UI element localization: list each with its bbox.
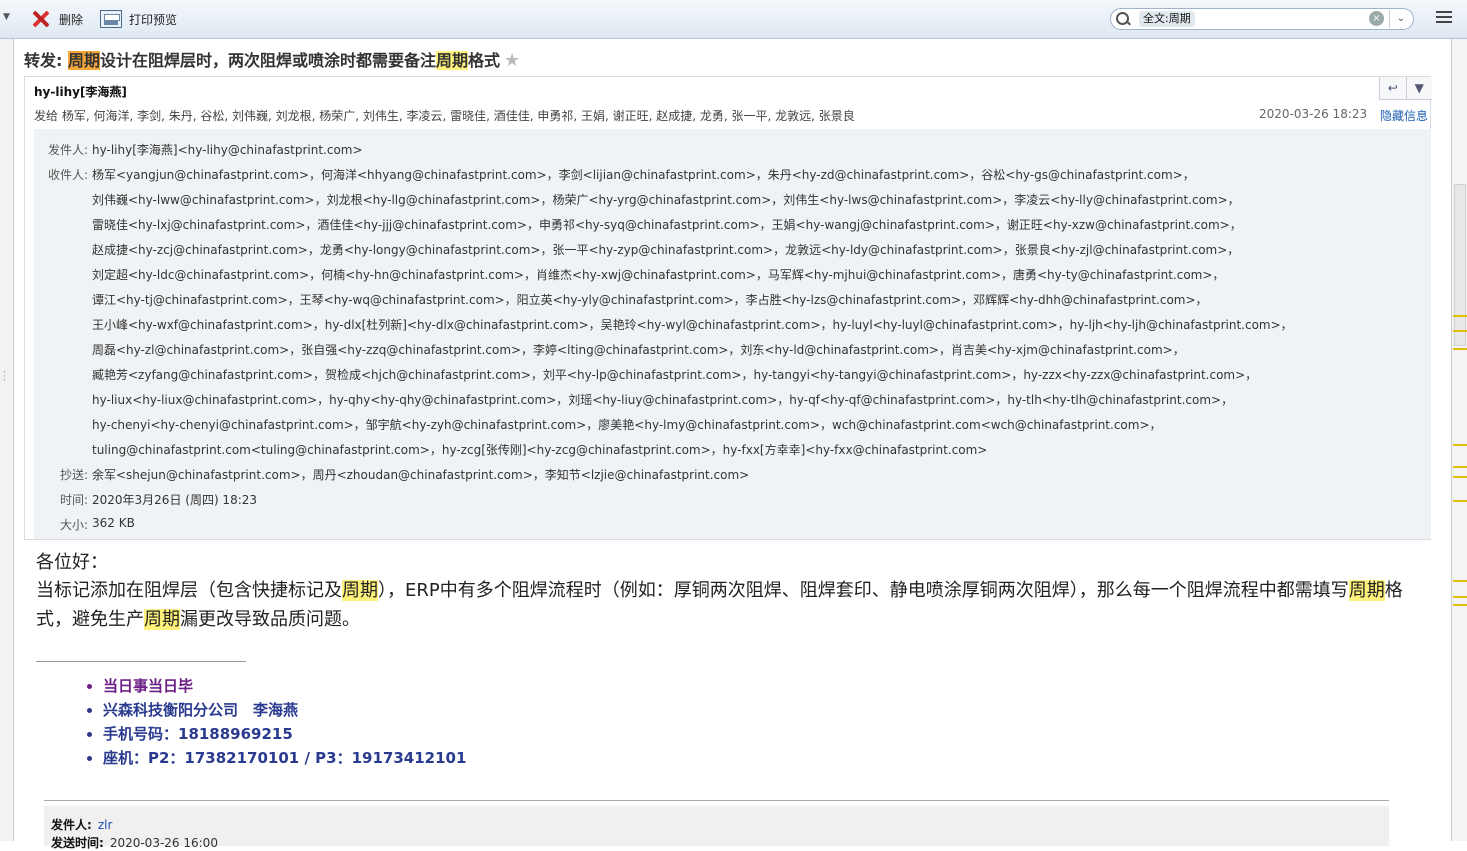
search-highlight-active: 周期 <box>67 51 100 70</box>
to-recipient-addresses[interactable]: 雷晓佳<hy-lxj@chinafastprint.com>，酒佳佳<hy-jj… <box>92 216 1242 233</box>
quote-divider <box>44 800 1389 801</box>
to-recipient-addresses[interactable]: hy-chenyi<hy-chenyi@chinafastprint.com>，… <box>92 416 1162 433</box>
delete-label: 删除 <box>59 12 84 27</box>
header-details: 发件人: hy-lihy[李海燕]<hy-lihy@chinafastprint… <box>34 129 1431 539</box>
time-value: 2020年3月26日 (周四) 18:23 <box>92 493 258 507</box>
to-recipient-addresses[interactable]: hy-liux<hy-liux@chinafastprint.com>，hy-q… <box>92 391 1233 408</box>
to-recipient-addresses[interactable]: 赵成捷<hy-zcj@chinafastprint.com>，龙勇<hy-lon… <box>92 241 1239 258</box>
quoted-from-value[interactable]: zlr <box>98 818 113 832</box>
size-label: 大小: <box>59 518 88 532</box>
search-highlight: 周期 <box>144 609 180 630</box>
search-icon <box>1115 11 1129 27</box>
to-label: 收件人: <box>47 168 88 182</box>
printer-icon <box>100 10 122 28</box>
scrollbar-thumb[interactable] <box>1454 184 1466 346</box>
search-term-chip[interactable]: 全文:周期 <box>1139 11 1195 27</box>
search-hit-marker <box>1453 596 1467 598</box>
email-subject: 转发: 周期设计在阻焊层时，两次阻焊或喷涂时都需要备注周期格式 ★ <box>24 50 521 71</box>
recipients-summary: 发给 杨军, 何海洋, 李剑, 朱丹, 谷松, 刘伟巍, 刘龙根, 杨荣广, 刘… <box>34 109 855 123</box>
email-header-card: hy-lihy[李海燕] 发给 杨军, 何海洋, 李剑, 朱丹, 谷松, 刘伟巍… <box>24 76 1432 540</box>
search-highlight: 周期 <box>436 51 469 70</box>
to-recipient-addresses[interactable]: 王小峰<hy-wxf@chinafastprint.com>，hy-dlx[杜列… <box>92 316 1293 333</box>
to-recipient-addresses[interactable]: 谭江<hy-tj@chinafastprint.com>，王琴<hy-wq@ch… <box>92 291 1208 308</box>
signature-mobile: 手机号码：18188969215 <box>103 722 466 746</box>
sender-name[interactable]: hy-lihy[李海燕] <box>34 83 127 100</box>
reply-actions: ↩ ▼ <box>1379 77 1432 100</box>
signature-motto: 当日事当日毕 <box>103 674 466 698</box>
hide-info-link[interactable]: 隐藏信息 <box>1380 107 1428 124</box>
delete-button[interactable]: 删除 <box>30 9 83 29</box>
quoted-from-row: 发件人: zlr <box>51 816 112 833</box>
search-hit-marker <box>1453 466 1467 468</box>
search-input[interactable]: 全文:周期 × ⌄ <box>1110 8 1414 30</box>
search-hit-marker <box>1453 348 1467 350</box>
from-label: 发件人: <box>47 143 88 157</box>
star-icon[interactable]: ★ <box>504 50 520 71</box>
to-recipient-addresses[interactable]: 刘伟巍<hy-lww@chinafastprint.com>，刘龙根<hy-ll… <box>92 191 1240 208</box>
to-recipient-addresses[interactable]: 周磊<hy-zl@chinafastprint.com>，张自强<hy-zzq@… <box>92 341 1185 358</box>
search-hit-marker <box>1453 330 1467 332</box>
to-recipient-addresses[interactable]: 臧艳芳<zyfang@chinafastprint.com>，贺检成<hjch@… <box>92 366 1257 383</box>
more-actions-icon[interactable]: ▼ <box>1405 77 1433 99</box>
subject-bar: 转发: 周期设计在阻焊层时，两次阻焊或喷涂时都需要备注周期格式 ★ <box>14 39 1450 77</box>
clear-search-icon[interactable]: × <box>1369 11 1384 26</box>
toolbar-dropdown-arrow-icon[interactable]: ▼ <box>3 12 10 22</box>
search-hit-marker <box>1453 580 1467 582</box>
quoted-time-row: 发送时间: 2020-03-26 16:00 <box>51 834 218 851</box>
to-recipient-addresses[interactable]: 杨军<yangjun@chinafastprint.com>，何海洋<hhyan… <box>92 166 1195 183</box>
vertical-scrollbar[interactable] <box>1451 39 1467 841</box>
search-highlight: 周期 <box>1348 580 1385 601</box>
to-recipient-addresses[interactable]: tuling@chinafastprint.com<tuling@chinafa… <box>92 441 987 458</box>
sent-date: 2020-03-26 18:23 <box>1259 107 1368 121</box>
toolbar: ▼ 删除 打印预览 全文:周期 × ⌄ <box>0 0 1467 39</box>
signature-list: 当日事当日毕 兴森科技衡阳分公司 李海燕 手机号码：18188969215 座机… <box>86 674 466 770</box>
quoted-header: 发件人: zlr 发送时间: 2020-03-26 16:00 <box>44 806 1389 850</box>
quoted-time-value: 2020-03-26 16:00 <box>109 836 218 850</box>
search-hit-marker <box>1453 476 1467 478</box>
search-options-dropdown[interactable]: ⌄ <box>1389 10 1412 28</box>
delete-icon <box>30 10 52 28</box>
signature-divider <box>36 661 246 662</box>
print-preview-button[interactable]: 打印预览 <box>100 9 177 29</box>
cc-value[interactable]: 余军<shejun@chinafastprint.com>，周丹<zhoudan… <box>92 466 749 483</box>
search-hit-marker <box>1453 444 1467 446</box>
menu-icon[interactable] <box>1436 11 1452 25</box>
signature-company: 兴森科技衡阳分公司 李海燕 <box>103 698 466 722</box>
left-splitter[interactable]: · · · <box>0 39 14 841</box>
search-highlight: 周期 <box>342 580 378 601</box>
from-value[interactable]: hy-lihy[李海燕]<hy-lihy@chinafastprint.com> <box>92 141 363 158</box>
search-hit-marker <box>1453 604 1467 606</box>
size-value: 362 KB <box>92 516 135 530</box>
splitter-grip-icon: · · · <box>3 368 6 386</box>
reply-icon[interactable]: ↩ <box>1380 77 1406 99</box>
signature-landline: 座机：P2：17382170101 / P3：19173412101 <box>103 746 466 770</box>
cc-label: 抄送: <box>59 468 88 482</box>
quoted-from-label: 发件人: <box>51 818 92 832</box>
body-paragraph: 当标记添加在阻焊层（包含快捷标记及周期），ERP中有多个阻焊流程时（例如：厚铜两… <box>36 580 1403 630</box>
search-hit-marker <box>1453 500 1467 502</box>
greeting: 各位好： <box>36 552 108 573</box>
search-hit-marker <box>1453 315 1467 317</box>
print-preview-label: 打印预览 <box>129 12 178 27</box>
time-label: 时间: <box>59 493 88 507</box>
to-recipient-addresses[interactable]: 刘定超<hy-ldc@chinafastprint.com>，何楠<hy-hn@… <box>92 266 1224 283</box>
quoted-time-label: 发送时间: <box>51 836 104 850</box>
